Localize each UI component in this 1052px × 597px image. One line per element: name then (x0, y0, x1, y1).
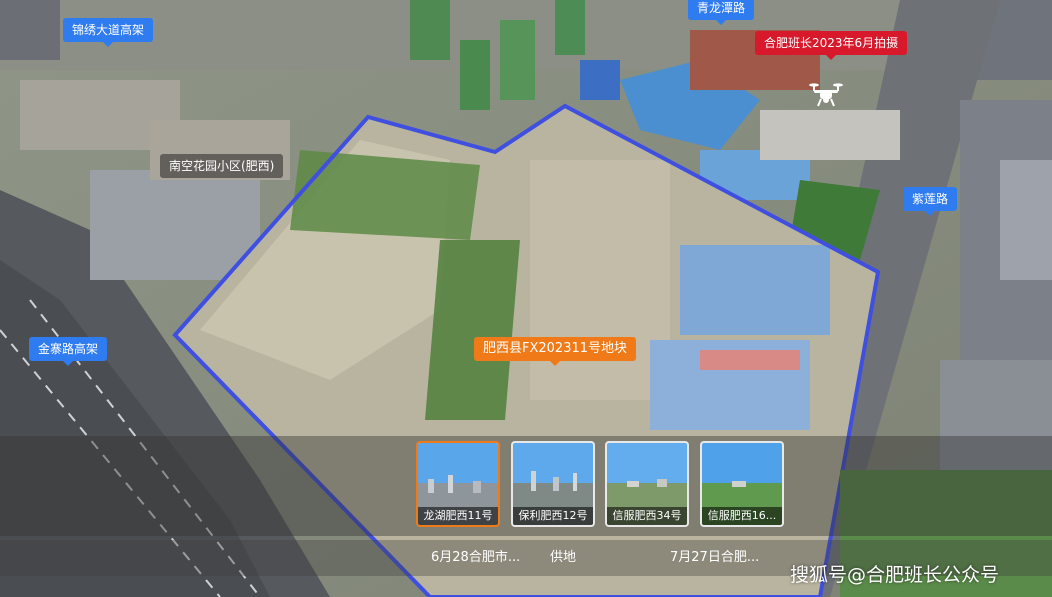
road-label-ziliang: 紫莲路 (903, 187, 958, 216)
tag-pointer (716, 20, 726, 25)
thumbnail-label: 保利肥西12号 (513, 507, 593, 525)
thumbnail-label: 信服肥西16... (702, 507, 782, 525)
plot-label: 肥西县FX202311号地块 (474, 337, 637, 366)
road-label-text: 金寨路高架 (38, 342, 99, 356)
road-label-text: 锦绣大道高架 (72, 23, 145, 37)
thumbnail-baoli-feixi-12[interactable]: 保利肥西12号 (511, 441, 595, 527)
thumbnail-xinfu-feixi-34[interactable]: 信服肥西34号 (605, 441, 689, 527)
thumbnail-label: 信服肥西34号 (607, 507, 687, 525)
photo-note-badge: 合肥班长2023年6月拍摄 (755, 31, 908, 60)
road-label-jinxiu-viaduct: 锦绣大道高架 (63, 18, 154, 47)
thumbnail-longhu-feixi-11[interactable]: 龙湖肥西11号 (416, 441, 500, 527)
tag-pointer (925, 211, 935, 216)
photo-note-text: 合肥班长2023年6月拍摄 (764, 36, 899, 50)
tab-land-supply[interactable]: 供地 (550, 549, 576, 567)
road-label-qinglongtan: 青龙潭路 (688, 0, 755, 25)
road-label-text: 青龙潭路 (697, 1, 746, 15)
community-label-nanpu: 南空花园小区(肥西) (160, 154, 284, 178)
tab-june-28-hefei[interactable]: 6月28合肥市... (431, 549, 520, 567)
road-label-jinzhai-viaduct: 金寨路高架 (29, 337, 108, 366)
tag-pointer (103, 42, 113, 47)
thumbnail-xinfu-feixi-16[interactable]: 信服肥西16... (700, 441, 784, 527)
road-label-text: 紫莲路 (912, 192, 949, 206)
plot-label-text: 肥西县FX202311号地块 (483, 341, 628, 356)
thumbnail-label: 龙湖肥西11号 (418, 507, 498, 525)
tag-pointer (63, 361, 73, 366)
tag-pointer (550, 361, 560, 366)
community-label-text: 南空花园小区(肥西) (169, 159, 275, 173)
tag-pointer (826, 55, 837, 60)
drone-icon (809, 83, 843, 107)
watermark: 搜狐号@合肥班长公众号 (790, 564, 1000, 586)
tab-july-27-hefei[interactable]: 7月27日合肥... (670, 549, 759, 567)
